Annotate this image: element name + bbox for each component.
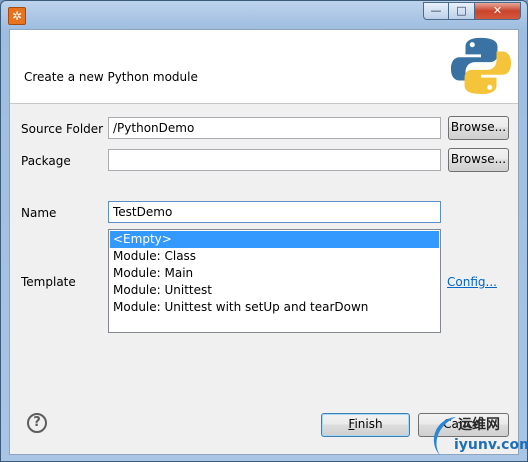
name-label: Name: [21, 206, 57, 220]
maximize-button[interactable]: □: [449, 2, 475, 20]
source-folder-input[interactable]: /PythonDemo: [108, 117, 441, 139]
banner-message: Create a new Python module: [24, 70, 198, 84]
config-link[interactable]: Config...: [447, 275, 497, 289]
wizard-banner: Create a new Python module: [10, 30, 518, 104]
package-input[interactable]: [108, 149, 441, 171]
minimize-button[interactable]: —: [423, 2, 449, 20]
template-item-empty[interactable]: <Empty>: [110, 231, 439, 248]
cancel-button[interactable]: Cancel: [418, 413, 509, 437]
template-item-main[interactable]: Module: Main: [110, 265, 439, 282]
source-folder-label: Source Folder: [21, 122, 104, 136]
dialog-client-area: Create a new Python module Source Folder…: [9, 29, 519, 455]
template-listbox[interactable]: <Empty> Module: Class Module: Main Modul…: [108, 229, 441, 333]
finish-button-label: inish: [354, 417, 383, 431]
package-label: Package: [21, 154, 71, 168]
template-item-unittest-setup-teardown[interactable]: Module: Unittest with setUp and tearDown: [110, 299, 439, 316]
finish-button[interactable]: Finish: [321, 413, 410, 437]
name-input[interactable]: TestDemo: [108, 201, 441, 223]
dialog-window: ✲ — □ ✕ Create a new Python module Sourc…: [0, 0, 528, 462]
template-item-unittest[interactable]: Module: Unittest: [110, 282, 439, 299]
window-controls: — □ ✕: [423, 2, 521, 20]
gear-icon: ✲: [8, 7, 26, 25]
package-browse-button[interactable]: Browse...: [448, 148, 509, 172]
python-logo-icon: [450, 37, 512, 95]
source-folder-browse-button[interactable]: Browse...: [448, 116, 509, 140]
close-button[interactable]: ✕: [475, 2, 521, 20]
help-icon[interactable]: ?: [27, 413, 47, 433]
template-label: Template: [21, 275, 76, 289]
title-bar[interactable]: ✲ — □ ✕: [1, 1, 527, 29]
template-item-class[interactable]: Module: Class: [110, 248, 439, 265]
